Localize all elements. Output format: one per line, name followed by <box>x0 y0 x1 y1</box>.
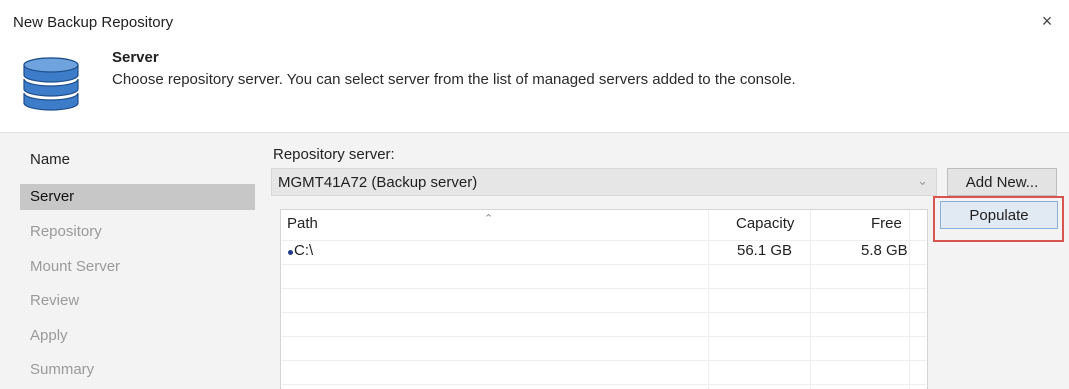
column-header-path[interactable]: Path <box>287 215 318 232</box>
grid-line <box>281 336 927 337</box>
nav-step-server[interactable]: Server <box>20 184 255 210</box>
nav-step-mount-server: Mount Server <box>30 258 121 275</box>
grid-line <box>810 210 811 389</box>
wizard-steps-nav: Name Server Repository Mount Server Revi… <box>0 133 260 389</box>
volumes-table[interactable]: Path ⌃ Capacity Free C:\ 56.1 GB 5.8 GB <box>280 209 928 389</box>
close-icon[interactable]: × <box>1035 9 1059 33</box>
nav-step-review: Review <box>30 292 80 309</box>
cell-capacity: 56.1 GB <box>737 242 793 259</box>
nav-step-repository: Repository <box>30 223 102 240</box>
repository-server-label: Repository server: <box>273 146 395 163</box>
cell-free: 5.8 GB <box>861 242 908 259</box>
wizard-header <box>0 44 1069 132</box>
step-description: Choose repository server. You can select… <box>112 71 796 88</box>
nav-step-name[interactable]: Name <box>0 147 260 173</box>
grid-line <box>909 210 910 389</box>
chevron-down-icon: ⌄ <box>917 173 928 188</box>
grid-line <box>281 240 927 241</box>
repository-server-value: MGMT41A72 (Backup server) <box>278 174 478 191</box>
nav-step-apply: Apply <box>30 327 68 344</box>
grid-line <box>281 312 927 313</box>
populate-button[interactable]: Populate <box>940 201 1058 229</box>
column-header-free[interactable]: Free <box>871 215 902 232</box>
repository-server-select[interactable]: MGMT41A72 (Backup server) ⌄ <box>271 168 937 196</box>
grid-line <box>708 210 709 389</box>
nav-step-summary: Summary <box>30 361 95 378</box>
new-backup-repository-dialog: New Backup Repository × Server Choose re… <box>0 0 1069 389</box>
column-header-capacity[interactable]: Capacity <box>736 215 794 232</box>
database-icon <box>23 57 79 111</box>
sort-ascending-icon: ⌃ <box>484 213 494 225</box>
drive-icon <box>288 250 293 255</box>
grid-line <box>281 384 927 385</box>
title-bar: New Backup Repository × <box>0 0 1069 44</box>
cell-path: C:\ <box>294 242 314 259</box>
window-title: New Backup Repository <box>13 14 174 31</box>
step-title: Server <box>112 49 159 66</box>
grid-line <box>281 360 927 361</box>
grid-line <box>281 288 927 289</box>
grid-line <box>281 264 927 265</box>
add-new-button[interactable]: Add New... <box>947 168 1057 196</box>
